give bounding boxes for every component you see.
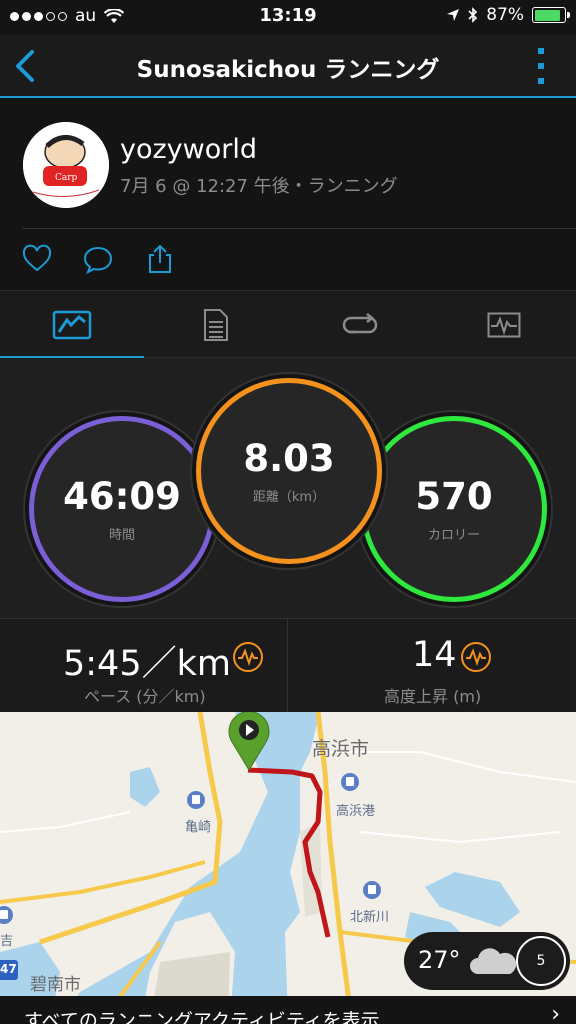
metrics-row: 5:45／km ペース (分／km) 14 高度上昇 (m) [0, 618, 576, 712]
tab-overview[interactable] [0, 291, 144, 359]
action-bar [0, 229, 576, 289]
all-activities-link[interactable]: すべてのランニングアクティビティを表示 [24, 1006, 380, 1024]
comment-icon[interactable] [82, 243, 114, 275]
pace-badge-icon [233, 642, 263, 672]
tab-laps[interactable] [288, 291, 432, 358]
status-bar: au 13:19 87% [0, 0, 576, 34]
location-arrow-icon [447, 9, 460, 21]
pace-metric[interactable]: 5:45／km ペース (分／km) [0, 619, 287, 713]
calories-value: 570 [415, 475, 493, 518]
svg-text:Carp: Carp [55, 173, 78, 183]
weather-temperature: 27° [418, 946, 461, 974]
page-title: Sunosakichou ランニング [136, 57, 440, 83]
wind-compass: 5 [516, 936, 566, 986]
overview-icon [52, 310, 92, 339]
distance-ring[interactable]: 8.03 距離（km） [196, 378, 382, 564]
chart-icon [487, 312, 521, 337]
username[interactable]: yozyworld [120, 134, 257, 165]
weather-widget[interactable]: 27° 5 [404, 932, 570, 990]
nav-bar: Sunosakichou ランニング [0, 34, 576, 98]
elevation-metric[interactable]: 14 高度上昇 (m) [288, 619, 576, 713]
chevron-right-icon: › [551, 1002, 560, 1024]
laps-icon [342, 312, 378, 333]
stats-panel: 46:09 時間 570 カロリー 8.03 距離（km） [0, 358, 576, 618]
calories-ring[interactable]: 570 カロリー [361, 416, 547, 602]
more-options-icon[interactable] [538, 46, 546, 86]
tab-details[interactable] [144, 291, 288, 358]
tab-charts[interactable] [432, 291, 576, 358]
activity-tabs [0, 290, 576, 359]
cloud-icon [470, 948, 517, 974]
route-map[interactable]: 47 高浜市 亀崎 高浜港 北新川 吉 碧南市 27° 5 [0, 712, 576, 1024]
pace-label: ペース (分／km) [84, 687, 206, 706]
map-station-takahama: 高浜港 [336, 804, 376, 819]
avatar[interactable]: Carp [23, 122, 109, 208]
footer-link[interactable]: すべてのランニングアクティビティを表示 › [0, 996, 576, 1024]
pace-value: 5:45／km [63, 644, 231, 684]
start-marker-icon[interactable] [226, 712, 272, 772]
document-icon [204, 308, 228, 341]
time-ring[interactable]: 46:09 時間 [29, 416, 215, 602]
map-city-label: 高浜市 [312, 738, 370, 760]
calories-label: カロリー [427, 528, 480, 543]
activity-meta: 7月 6 @ 12:27 午後・ランニング [120, 176, 398, 197]
map-place-kamezaki: 亀崎 [185, 820, 212, 835]
heart-icon[interactable] [21, 243, 53, 275]
map-station-kitashinkawa: 北新川 [350, 910, 390, 925]
distance-label: 距離（km） [252, 490, 326, 505]
activity-header: Carp yozyworld 7月 6 @ 12:27 午後・ランニング [0, 100, 576, 230]
route-number: 47 [0, 962, 17, 976]
map-label-left: 吉 [0, 934, 14, 949]
metrics-divider [287, 618, 288, 712]
time-value: 46:09 [63, 475, 181, 518]
distance-value: 8.03 [243, 437, 335, 480]
time-label: 時間 [108, 528, 135, 543]
elevation-value: 14 [412, 635, 457, 675]
bluetooth-icon [468, 7, 478, 23]
battery-percent: 87% [486, 5, 524, 25]
battery-icon [532, 7, 570, 23]
elevation-label: 高度上昇 (m) [384, 687, 482, 706]
map-label-bottom: 碧南市 [30, 975, 81, 995]
elevation-badge-icon [461, 642, 491, 672]
share-icon[interactable] [144, 243, 176, 275]
back-chevron-icon[interactable] [8, 46, 44, 86]
